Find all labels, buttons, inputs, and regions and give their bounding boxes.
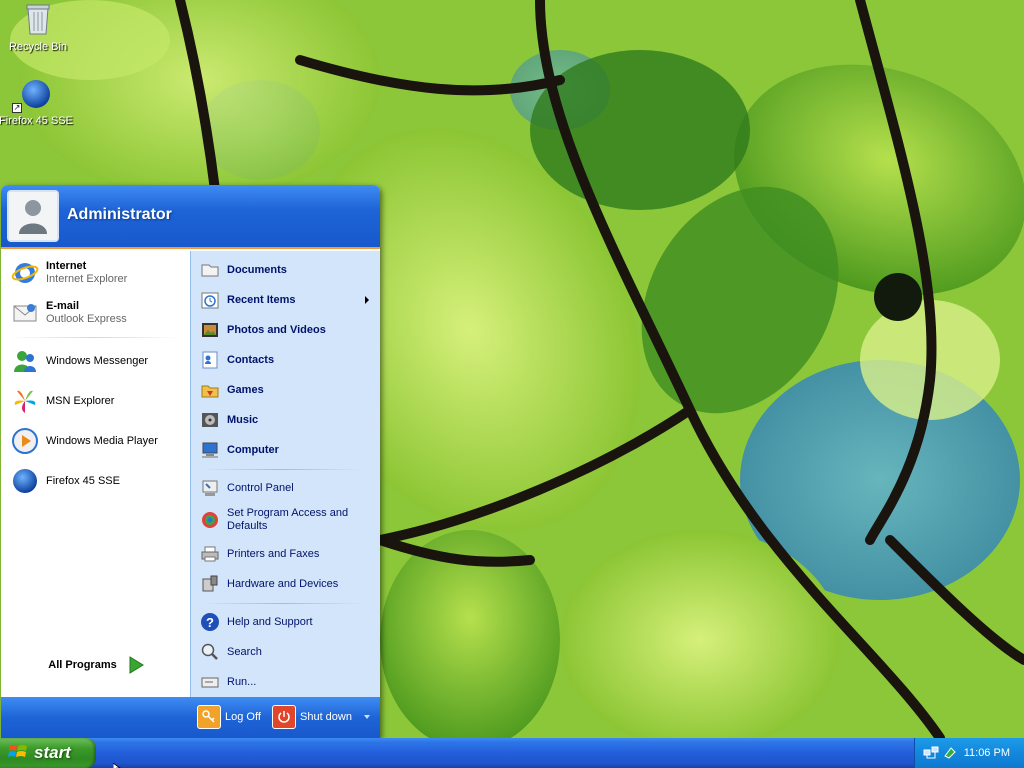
documents-icon [199,259,221,281]
recent-media-player-label: Windows Media Player [46,434,158,447]
user-name: Administrator [67,206,172,223]
all-programs-button[interactable]: All Programs [9,651,184,679]
firefox-label: Firefox 45 SSE [0,115,73,127]
recent-firefox-label: Firefox 45 SSE [46,474,120,487]
place-games[interactable]: Games [199,377,375,403]
shut-down-button[interactable]: Shut down [272,705,370,729]
clock[interactable]: 11:06 PM [964,747,1010,759]
place-recent-items-label: Recent Items [227,294,296,306]
place-computer-label: Computer [227,444,279,456]
pinned-email[interactable]: E-mail Outlook Express [9,295,184,331]
contacts-icon [199,349,221,371]
computer-icon [199,439,221,461]
desktop-icon-firefox[interactable]: ↗ Firefox 45 SSE [0,78,74,127]
all-programs-label: All Programs [48,659,117,671]
games-icon [199,379,221,401]
start-button[interactable]: start [0,738,96,768]
firefox-icon: ↗ [12,78,52,113]
windows-messenger-icon [9,345,41,377]
system-separator [201,603,363,604]
pinned-internet-subtitle: Internet Explorer [46,273,128,285]
help-and-support-label: Help and Support [227,616,313,628]
place-games-label: Games [227,384,264,396]
start-menu-header: Administrator [1,185,380,249]
mouse-pointer-icon [112,762,123,768]
msn-explorer-icon [9,385,41,417]
music-icon [199,409,221,431]
program-access-icon [199,509,221,531]
pinned-separator [9,337,181,338]
place-documents-label: Documents [227,264,287,276]
power-icon [272,705,296,729]
submenu-arrow-icon [365,296,369,304]
log-off-label: Log Off [225,711,261,723]
firefox-icon [9,465,41,497]
user-avatar[interactable] [7,190,59,242]
system-printers[interactable]: Printers and Faxes [199,541,375,567]
system-hardware[interactable]: Hardware and Devices [199,571,375,597]
network-icon[interactable] [923,744,939,763]
run-icon [199,671,221,693]
start-label: start [34,743,71,762]
places-panel: Documents Recent Items Photos and Videos… [190,251,380,697]
recent-windows-messenger-label: Windows Messenger [46,354,149,367]
safely-remove-icon[interactable] [942,744,958,763]
control-panel-icon [199,477,221,499]
printer-icon [199,543,221,565]
outlook-express-icon [9,297,41,329]
arrow-right-icon [127,656,145,674]
desktop-icon-recycle-bin[interactable]: Recycle Bin [0,2,76,53]
place-photos-label: Photos and Videos [227,324,326,336]
run-item-label: Run... [227,676,257,688]
system-program-access-label: Set Program Access and Defaults [227,507,349,532]
place-photos[interactable]: Photos and Videos [199,317,375,343]
help-icon: ? [199,611,221,633]
system-tray: 11:06 PM [914,738,1024,768]
chevron-down-icon[interactable] [363,715,370,719]
recent-firefox[interactable]: Firefox 45 SSE [9,463,184,499]
place-documents[interactable]: Documents [199,257,375,283]
place-computer[interactable]: Computer [199,437,375,463]
hardware-icon [199,573,221,595]
place-recent-items[interactable]: Recent Items [199,287,375,313]
system-hardware-label: Hardware and Devices [227,578,339,590]
search-item-label: Search [227,646,262,658]
recycle-bin-icon [24,2,52,39]
place-contacts-label: Contacts [227,354,275,366]
start-menu: Administrator Internet Internet Explorer… [1,185,380,738]
taskbar: start 11:06 PM [0,738,1024,768]
place-music-label: Music [227,414,259,426]
windows-logo-icon [8,742,28,765]
place-contacts[interactable]: Contacts [199,347,375,373]
pinned-email-title: E-mail [46,300,80,312]
recent-items-icon [199,289,221,311]
recent-windows-messenger[interactable]: Windows Messenger [9,343,184,379]
start-menu-footer: Log Off Shut down [1,697,380,738]
system-program-access[interactable]: Set Program Access and Defaults [199,505,375,535]
shut-down-label: Shut down [300,711,352,723]
recycle-bin-label: Recycle Bin [8,41,68,53]
search-icon [199,641,221,663]
svg-text:?: ? [206,615,214,630]
system-control-panel[interactable]: Control Panel [199,475,375,501]
photos-icon [199,319,221,341]
log-off-button[interactable]: Log Off [197,705,261,729]
internet-explorer-icon [9,257,41,289]
system-printers-label: Printers and Faxes [227,548,320,560]
programs-panel: Internet Internet Explorer E-mail Outloo… [1,251,190,718]
recent-media-player[interactable]: Windows Media Player [9,423,184,459]
place-music[interactable]: Music [199,407,375,433]
places-separator [201,469,363,470]
search-item[interactable]: Search [199,639,375,665]
recent-msn-explorer-label: MSN Explorer [46,394,115,407]
system-control-panel-label: Control Panel [227,482,294,494]
help-and-support[interactable]: ? Help and Support [199,609,375,635]
pinned-email-subtitle: Outlook Express [46,313,127,325]
recent-msn-explorer[interactable]: MSN Explorer [9,383,184,419]
media-player-icon [9,425,41,457]
key-icon [197,705,221,729]
pinned-internet[interactable]: Internet Internet Explorer [9,255,184,291]
pinned-internet-title: Internet [46,260,87,272]
run-item[interactable]: Run... [199,669,375,695]
